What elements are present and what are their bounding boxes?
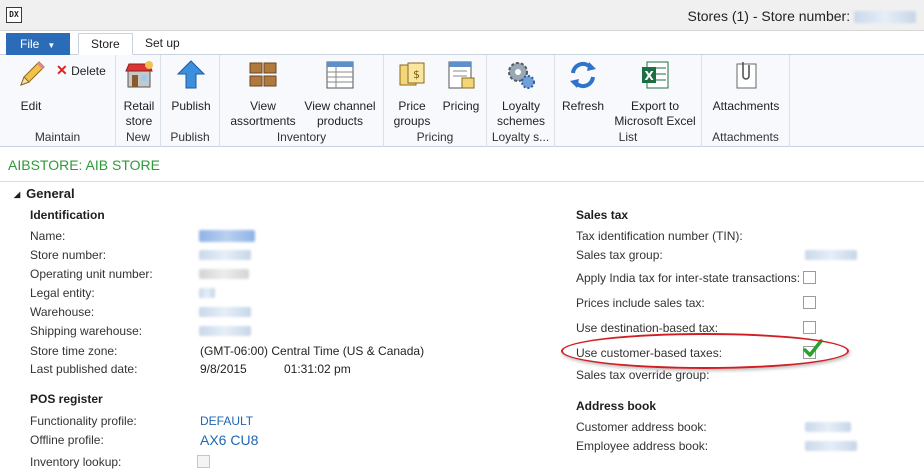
- offline-profile-link[interactable]: AX6 CU8: [200, 432, 258, 448]
- price-list-icon: [448, 61, 475, 89]
- redacted-store-number: [854, 11, 916, 24]
- pos-register-header: POS register: [30, 392, 103, 406]
- employee-address-book-label: Employee address book:: [576, 439, 709, 453]
- functionality-profile-link[interactable]: DEFAULT: [200, 414, 253, 428]
- boxes-icon: [249, 62, 277, 87]
- paperclip-doc-icon: [736, 62, 757, 89]
- ribbon: Edit ✕ Delete Maintain Retail store New: [0, 55, 924, 147]
- last-published-label: Last published date:: [30, 362, 138, 376]
- time-zone-value[interactable]: (GMT-06:00) Central Time (US & Canada): [200, 344, 424, 358]
- arrow-up-icon: [176, 60, 206, 89]
- tab-file[interactable]: File ▼: [6, 33, 70, 55]
- form-header: AIBSTORE: AIB STORE: [0, 148, 924, 182]
- chevron-down-icon: ▼: [47, 41, 56, 50]
- edit-button[interactable]: Edit: [8, 59, 54, 114]
- identification-header: Identification: [30, 208, 105, 222]
- group-label-list: List: [618, 130, 638, 144]
- customer-address-book-label: Customer address book:: [576, 420, 707, 434]
- tin-label: Tax identification number (TIN):: [576, 229, 743, 243]
- sales-tax-group-label: Sales tax group:: [576, 248, 663, 262]
- shipping-warehouse-label: Shipping warehouse:: [30, 324, 143, 338]
- group-inventory: View assortments View channel products I…: [220, 55, 384, 147]
- excel-icon: X: [642, 61, 669, 89]
- group-new: Retail store New: [116, 55, 161, 147]
- group-label-loyalty: Loyalty s...: [491, 130, 550, 144]
- gears-icon: [508, 62, 535, 89]
- legal-entity-label: Legal entity:: [30, 286, 95, 300]
- group-list: Refresh X Export to Microsoft Excel List: [555, 55, 702, 147]
- export-to-excel-button[interactable]: X Export to Microsoft Excel: [611, 59, 699, 129]
- svg-text:$: $: [413, 68, 420, 81]
- name-field[interactable]: [199, 230, 255, 242]
- customer-address-book-field[interactable]: [805, 422, 851, 432]
- collapse-triangle-icon: ◢: [14, 190, 21, 199]
- price-groups-button[interactable]: $ Price groups: [390, 59, 434, 129]
- group-label-maintain: Maintain: [34, 130, 81, 144]
- delete-button[interactable]: ✕ Delete: [56, 62, 106, 79]
- destination-tax-checkbox[interactable]: [803, 321, 816, 334]
- group-label-attachments: Attachments: [712, 130, 779, 144]
- view-channel-products-button[interactable]: View channel products: [302, 59, 378, 129]
- functionality-profile-label: Functionality profile:: [30, 414, 137, 428]
- attachments-button[interactable]: Attachments: [708, 59, 784, 114]
- employee-address-book-field[interactable]: [805, 441, 857, 451]
- group-publish: Publish Publish: [161, 55, 220, 147]
- highlight-ellipse: [561, 333, 849, 369]
- loyalty-schemes-button[interactable]: Loyalty schemes: [495, 59, 547, 129]
- warehouse-field[interactable]: [199, 307, 251, 317]
- sales-tax-header: Sales tax: [576, 208, 629, 222]
- group-loyalty: Loyalty schemes Loyalty s...: [487, 55, 555, 147]
- group-maintain: Edit ✕ Delete Maintain: [0, 55, 116, 147]
- price-tags-icon: $: [399, 62, 425, 86]
- pricing-button[interactable]: Pricing: [438, 59, 484, 114]
- refresh-icon: [570, 61, 596, 89]
- group-label-pricing: Pricing: [416, 130, 454, 144]
- group-pricing: $ Price groups Pricing Pricing: [384, 55, 487, 147]
- group-label-inventory: Inventory: [276, 130, 327, 144]
- address-book-header: Address book: [576, 399, 657, 413]
- store-icon: [125, 61, 153, 88]
- operating-unit-field[interactable]: [199, 269, 249, 279]
- view-assortments-button[interactable]: View assortments: [228, 59, 298, 129]
- inventory-lookup-label: Inventory lookup:: [30, 455, 122, 469]
- tax-override-group-label: Sales tax override group:: [576, 368, 710, 382]
- inventory-lookup-checkbox: [197, 455, 210, 468]
- section-general-header[interactable]: ◢ General: [14, 186, 75, 201]
- tab-store[interactable]: Store: [78, 33, 133, 55]
- refresh-button[interactable]: Refresh: [559, 59, 607, 114]
- offline-profile-label: Offline profile:: [30, 433, 104, 447]
- grid-list-icon: [326, 61, 354, 89]
- retail-store-button[interactable]: Retail store: [118, 59, 160, 129]
- record-title: AIBSTORE: AIB STORE: [8, 157, 160, 173]
- sales-tax-group-field[interactable]: [805, 250, 857, 260]
- prices-include-tax-label: Prices include sales tax:: [576, 296, 705, 310]
- group-label-new: New: [125, 130, 150, 144]
- last-published-date: 9/8/2015: [200, 362, 247, 376]
- store-number-label: Store number:: [30, 248, 107, 262]
- ribbon-tabs: File ▼ Store Set up: [0, 31, 924, 55]
- name-label: Name:: [30, 229, 66, 243]
- store-number-field[interactable]: [199, 250, 251, 260]
- time-zone-label: Store time zone:: [30, 344, 118, 358]
- tab-setup[interactable]: Set up: [133, 33, 192, 55]
- legal-entity-field[interactable]: [199, 288, 215, 298]
- delete-x-icon: ✕: [56, 62, 68, 78]
- pencil-icon: [20, 61, 45, 86]
- warehouse-label: Warehouse:: [30, 305, 95, 319]
- group-label-publish: Publish: [170, 130, 210, 144]
- prices-include-tax-checkbox[interactable]: [803, 296, 816, 309]
- india-tax-label: Apply India tax for inter-state transact…: [576, 271, 801, 285]
- app-icon: DX: [6, 7, 22, 23]
- title-bar: DX Stores (1) - Store number:: [0, 0, 924, 31]
- svg-text:X: X: [645, 69, 655, 83]
- shipping-warehouse-field[interactable]: [199, 326, 251, 336]
- group-attachments: Attachments Attachments: [702, 55, 790, 147]
- india-tax-checkbox[interactable]: [803, 271, 816, 284]
- window-title: Stores (1) - Store number:: [687, 8, 916, 24]
- publish-button[interactable]: Publish: [167, 59, 215, 114]
- last-published-time: 01:31:02 pm: [284, 362, 351, 376]
- operating-unit-label: Operating unit number:: [30, 267, 153, 281]
